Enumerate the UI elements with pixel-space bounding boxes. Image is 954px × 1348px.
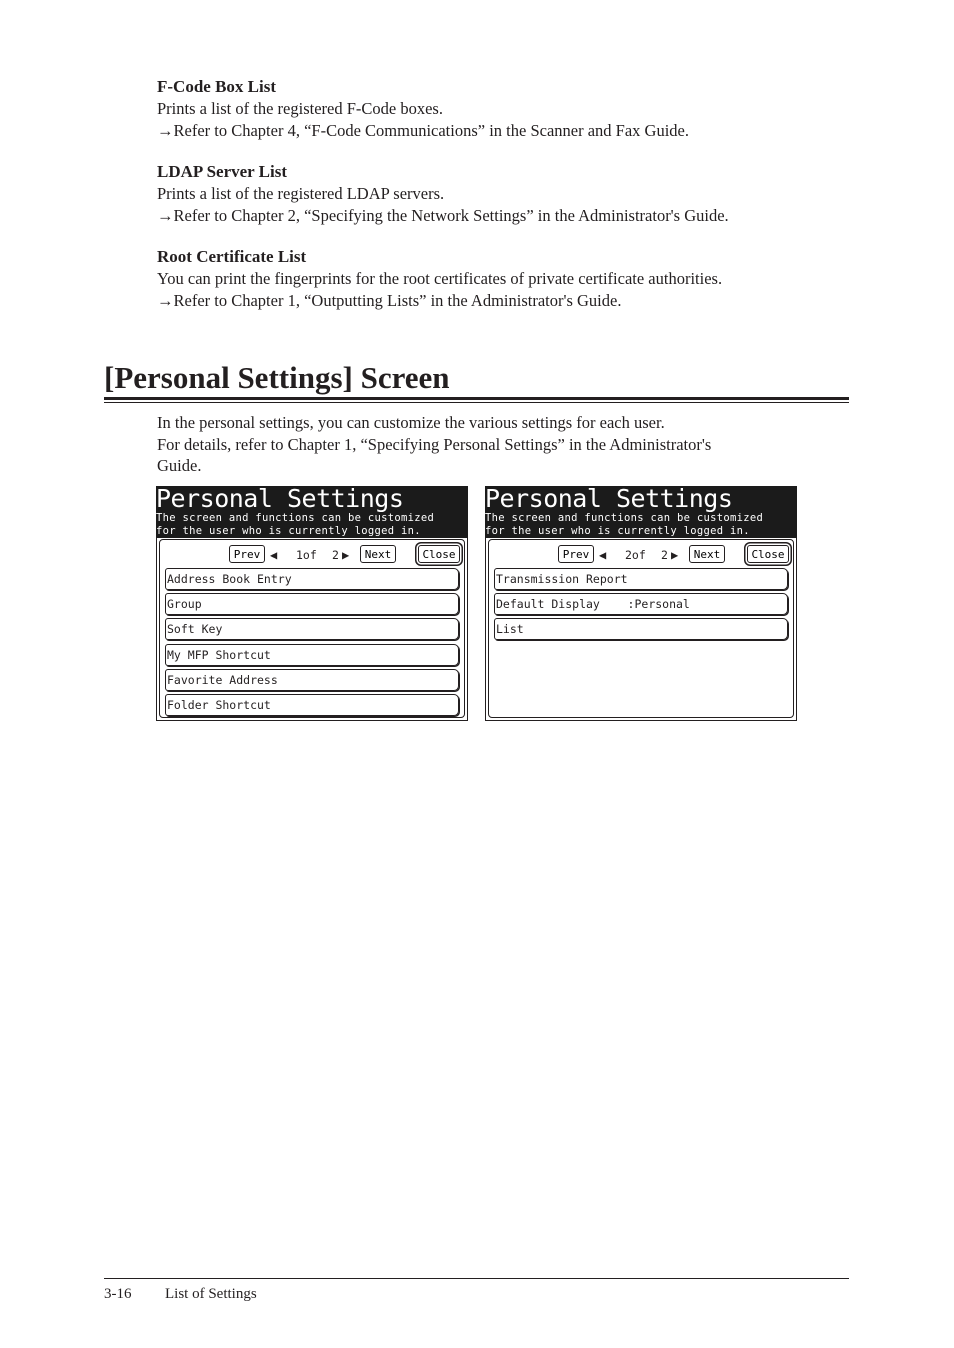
screen-subtitle: The screen and functions can be customiz… [485, 512, 764, 524]
section-title: F-Code Box List [157, 77, 276, 96]
page-heading: [Personal Settings] Screen [104, 360, 450, 395]
screen-title: Personal Settings [156, 484, 404, 513]
pager: Prev ◀ 1of 2 ▶ Next Close [160, 545, 464, 567]
screen-title: Personal Settings [485, 484, 733, 513]
section-reference: →Refer to Chapter 2, “Specifying the Net… [157, 205, 729, 225]
list-item-list[interactable]: List [494, 618, 788, 641]
next-button[interactable]: Next [360, 545, 396, 563]
list-item-my-mfp-shortcut[interactable]: My MFP Shortcut [165, 643, 459, 666]
page-total: 2 [332, 548, 339, 562]
pager: Prev ◀ 2of 2 ▶ Next Close [489, 545, 793, 567]
screen-inner-frame: Prev ◀ 2of 2 ▶ Next Close Transmission R… [488, 539, 794, 718]
page-total: 2 [661, 548, 668, 562]
section-title: LDAP Server List [157, 162, 288, 181]
intro-line: Guide. [157, 456, 202, 475]
triangle-left-icon: ◀ [270, 548, 278, 562]
section-root-certificate-list: Root Certificate List You can print the … [157, 246, 857, 311]
screen-inner-frame: Prev ◀ 1of 2 ▶ Next Close Address Book E… [159, 539, 465, 718]
list-item-address-book-entry[interactable]: Address Book Entry [165, 568, 459, 590]
triangle-right-icon: ▶ [342, 548, 350, 562]
list-item-favorite-address[interactable]: Favorite Address [165, 668, 459, 691]
section-fcode-box-list: F-Code Box List Prints a list of the reg… [157, 76, 857, 141]
section-description: Prints a list of the registered F-Code b… [157, 99, 443, 118]
section-ldap-server-list: LDAP Server List Prints a list of the re… [157, 161, 857, 226]
settings-list: Address Book Entry Group Soft Key My MFP… [165, 568, 459, 719]
footer-chapter-title: List of Settings [165, 1286, 257, 1302]
page-current: 1of [296, 548, 317, 562]
intro-text: In the personal settings, you can custom… [157, 412, 837, 477]
prev-button[interactable]: Prev [229, 545, 265, 563]
list-item-folder-shortcut[interactable]: Folder Shortcut [165, 693, 459, 716]
page-current: 2of [625, 548, 646, 562]
screen-subtitle: for the user who is currently logged in. [485, 525, 750, 537]
section-description: You can print the fingerprints for the r… [157, 269, 723, 288]
list-item-group[interactable]: Group [165, 593, 459, 616]
settings-list: Transmission Report Default Display :Per… [494, 568, 788, 644]
close-button[interactable]: Close [418, 545, 460, 563]
screen-body: Prev ◀ 1of 2 ▶ Next Close Address Book E… [156, 538, 468, 721]
heading-rule-thin [104, 402, 849, 403]
footer-page-number: 3-16 [104, 1286, 132, 1302]
footer-rule [104, 1278, 849, 1279]
section-reference: →Refer to Chapter 4, “F-Code Communicati… [157, 120, 690, 140]
section-title: Root Certificate List [157, 247, 307, 266]
triangle-left-icon: ◀ [599, 548, 607, 562]
screen-body: Prev ◀ 2of 2 ▶ Next Close Transmission R… [485, 538, 797, 721]
list-item-soft-key[interactable]: Soft Key [165, 618, 459, 641]
list-item-default-display[interactable]: Default Display :Personal [494, 593, 788, 616]
triangle-right-icon: ▶ [671, 548, 679, 562]
list-item-transmission-report[interactable]: Transmission Report [494, 568, 788, 590]
next-button[interactable]: Next [689, 545, 725, 563]
section-reference: →Refer to Chapter 1, “Outputting Lists” … [157, 290, 622, 310]
screen-subtitle: for the user who is currently logged in. [156, 525, 421, 537]
screen-header: Personal Settings The screen and functio… [485, 484, 797, 538]
intro-line: For details, refer to Chapter 1, “Specif… [157, 434, 712, 454]
prev-button[interactable]: Prev [558, 545, 594, 563]
close-button[interactable]: Close [747, 545, 789, 563]
section-description: Prints a list of the registered LDAP ser… [157, 184, 445, 203]
heading-rule-thick [104, 397, 849, 400]
personal-settings-screen-page-1: Personal Settings The screen and functio… [156, 484, 468, 721]
personal-settings-screen-page-2: Personal Settings The screen and functio… [485, 484, 797, 721]
intro-line: In the personal settings, you can custom… [157, 413, 665, 432]
screen-header: Personal Settings The screen and functio… [156, 484, 468, 538]
screen-subtitle: The screen and functions can be customiz… [156, 512, 435, 524]
